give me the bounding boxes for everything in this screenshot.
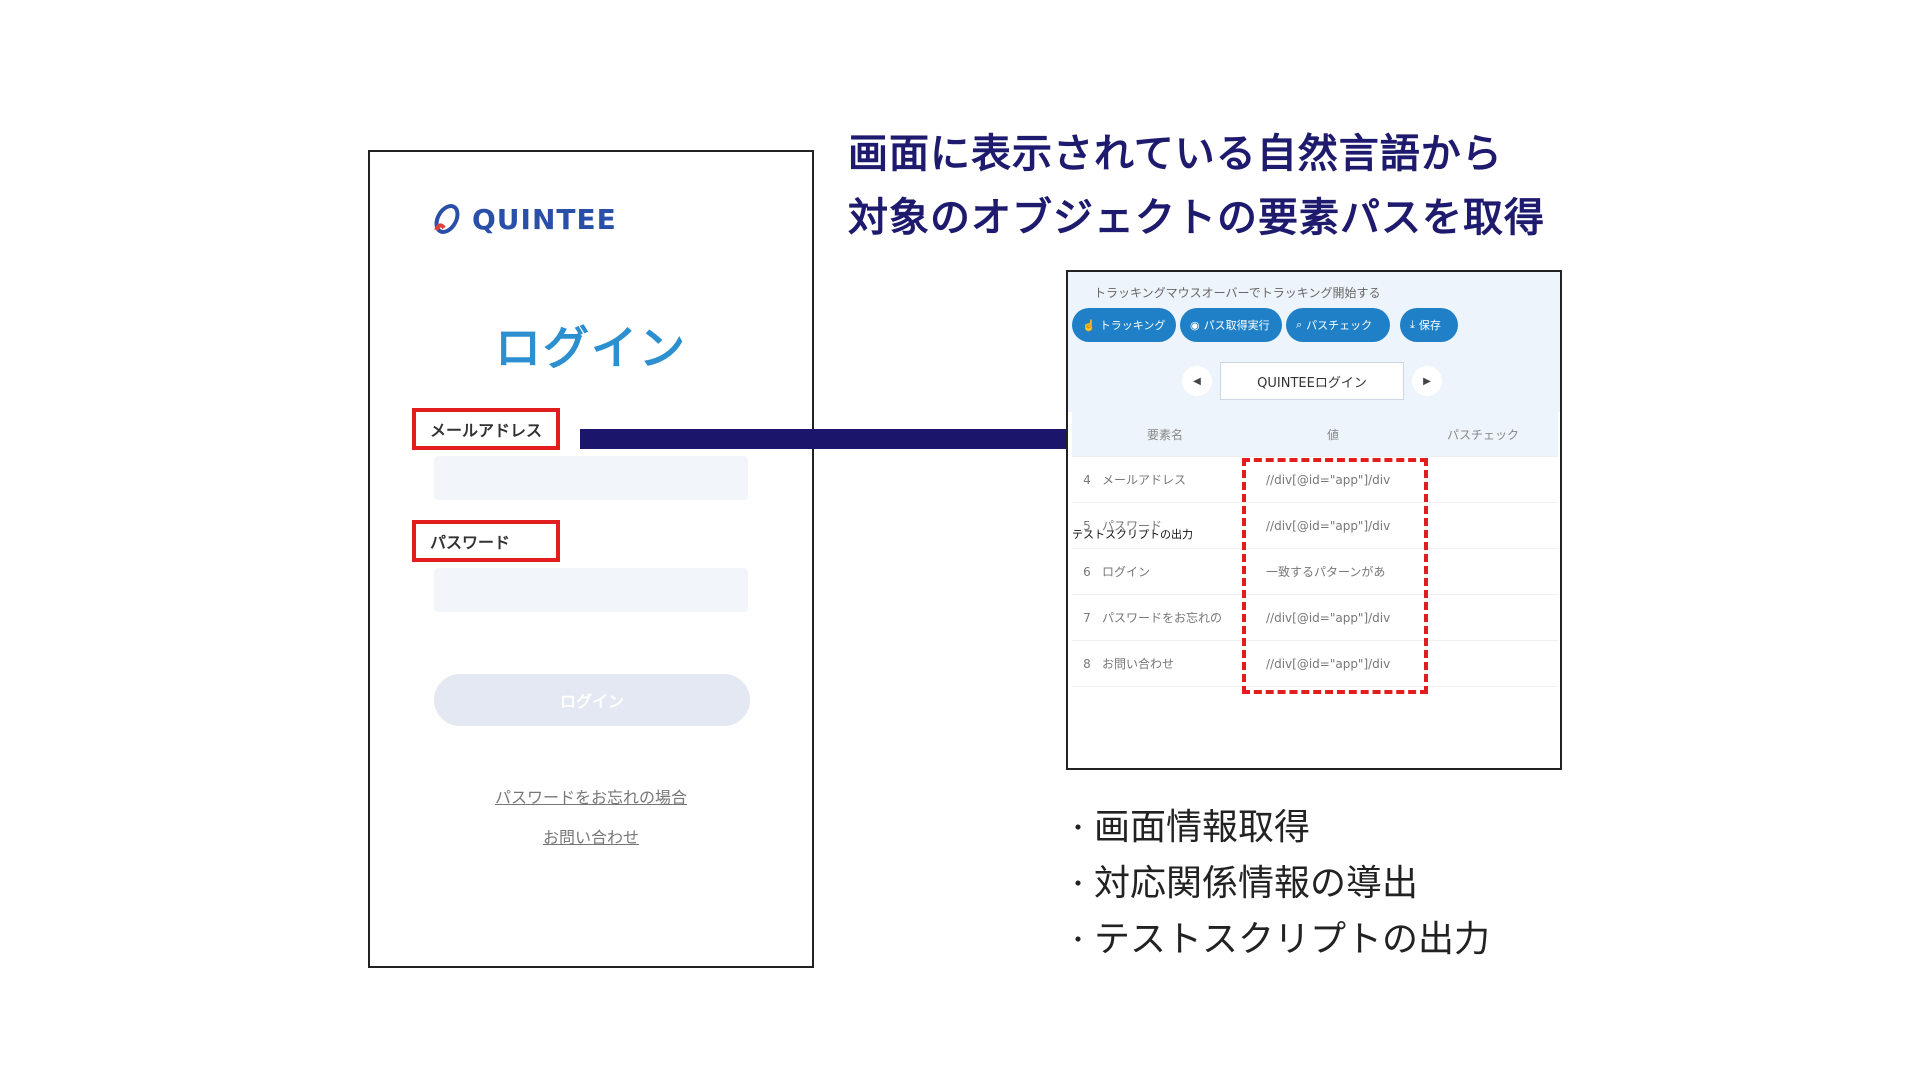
page-pager: ◀ QUINTEEログイン ▶ bbox=[1182, 362, 1442, 400]
list-item: ・ 画面情報取得 bbox=[1066, 800, 1490, 856]
path-check-button-label: パスチェック bbox=[1306, 320, 1373, 332]
email-label-highlight: メールアドレス bbox=[412, 408, 560, 450]
row-element-name: パスワードをお忘れの bbox=[1102, 611, 1223, 625]
save-button[interactable]: ⤓ 保存 bbox=[1400, 308, 1458, 342]
list-item: ・ 対応関係情報の導出 bbox=[1066, 856, 1490, 912]
row-number: 6 bbox=[1083, 564, 1091, 579]
page-title-box: QUINTEEログイン bbox=[1220, 362, 1404, 400]
row-element-name: ログイン bbox=[1102, 565, 1151, 579]
row-number: 7 bbox=[1083, 610, 1091, 625]
row-number: 8 bbox=[1083, 656, 1091, 671]
quintee-logo: QUINTEE bbox=[430, 202, 617, 236]
next-page-icon[interactable]: ▶ bbox=[1412, 366, 1442, 396]
column-header-check: パスチェック bbox=[1446, 427, 1519, 442]
row-element-name: お問い合わせ bbox=[1102, 657, 1175, 671]
contact-link[interactable]: お問い合わせ bbox=[370, 824, 812, 848]
prev-page-icon[interactable]: ◀ bbox=[1182, 366, 1212, 396]
download-icon: ⤓ bbox=[1410, 318, 1415, 331]
bullet-text: テストスクリプトの出力 bbox=[1094, 919, 1491, 960]
login-button[interactable]: ログイン bbox=[434, 674, 750, 726]
email-label: メールアドレス bbox=[430, 421, 543, 440]
column-header-name: 要素名 bbox=[1146, 427, 1183, 442]
hand-icon: ☝ bbox=[1082, 319, 1096, 332]
search-icon: ⌕ bbox=[1296, 318, 1303, 331]
tool-header: トラッキングマウスオーバーでトラッキング開始する ☝ トラッキング ◉ パス取得… bbox=[1068, 272, 1560, 412]
row-element-name: メールアドレス bbox=[1102, 473, 1187, 487]
right-arrow-icon bbox=[580, 414, 1126, 464]
login-title: ログイン bbox=[495, 321, 687, 375]
password-label-highlight: パスワード bbox=[412, 520, 560, 562]
tool-hint-text: トラッキングマウスオーバーでトラッキング開始する bbox=[1094, 286, 1381, 300]
slide-heading: 画面に表示されている自然言語から 対象のオブジェクトの要素パスを取得 bbox=[848, 122, 1608, 250]
tracking-button[interactable]: ☝ トラッキング bbox=[1072, 308, 1176, 342]
path-tool-panel: トラッキングマウスオーバーでトラッキング開始する ☝ トラッキング ◉ パス取得… bbox=[1066, 270, 1562, 770]
run-path-button[interactable]: ◉ パス取得実行 bbox=[1180, 308, 1282, 342]
forgot-password-link[interactable]: パスワードをお忘れの場合 bbox=[370, 784, 812, 808]
row-number: 4 bbox=[1083, 472, 1091, 487]
logo-text: QUINTEE bbox=[472, 202, 617, 236]
bullet-dot: ・ bbox=[1066, 870, 1090, 898]
tracking-button-label: トラッキング bbox=[1099, 320, 1166, 332]
path-value-highlight bbox=[1242, 458, 1428, 694]
heading-line-1: 画面に表示されている自然言語から bbox=[848, 131, 1503, 177]
table-header: 要素名 値 パスチェック bbox=[1072, 412, 1558, 457]
bullet-text: 画面情報取得 bbox=[1094, 807, 1311, 848]
save-button-label: 保存 bbox=[1418, 320, 1441, 332]
run-path-button-label: パス取得実行 bbox=[1203, 320, 1270, 332]
script-output-overlay-label: テストスクリプトの出力 bbox=[1072, 528, 1193, 541]
quintee-logo-icon bbox=[434, 204, 460, 234]
eye-icon: ◉ bbox=[1190, 319, 1200, 332]
tool-button-bar: ☝ トラッキング ◉ パス取得実行 ⌕ パスチェック ⤓ 保存 bbox=[1072, 308, 1458, 342]
heading-line-2: 対象のオブジェクトの要素パスを取得 bbox=[848, 195, 1545, 241]
feature-bullet-list: ・ 画面情報取得 ・ 対応関係情報の導出 ・ テストスクリプトの出力 bbox=[1066, 800, 1490, 968]
bullet-dot: ・ bbox=[1066, 926, 1090, 954]
login-screen-panel: QUINTEE ログイン メールアドレス パスワード ログイン パスワードをお忘… bbox=[368, 150, 814, 968]
list-item: ・ テストスクリプトの出力 bbox=[1066, 912, 1490, 968]
column-header-value: 値 bbox=[1326, 427, 1339, 442]
password-field[interactable] bbox=[434, 568, 748, 612]
password-label: パスワード bbox=[430, 533, 511, 552]
path-check-button[interactable]: ⌕ パスチェック bbox=[1286, 308, 1390, 342]
bullet-text: 対応関係情報の導出 bbox=[1094, 863, 1419, 904]
bullet-dot: ・ bbox=[1066, 814, 1090, 842]
